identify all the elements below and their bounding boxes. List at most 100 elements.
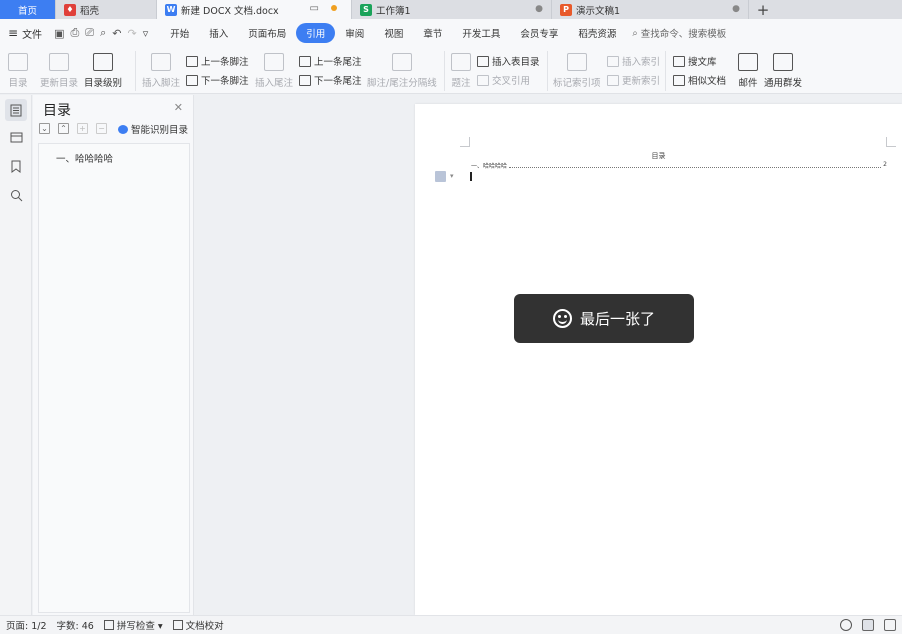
menu-insert[interactable]: 插入 xyxy=(199,24,238,42)
toc-entry[interactable]: 一、哈哈哈哈 xyxy=(56,151,113,165)
similar-doc-button[interactable]: 相似文档 xyxy=(673,73,726,87)
update-index-button[interactable]: 更新索引 xyxy=(607,73,660,87)
similar-doc-label: 相似文档 xyxy=(688,76,727,87)
menu-page-layout[interactable]: 页面布局 xyxy=(238,24,296,42)
close-dot-icon[interactable]: ● xyxy=(535,4,543,14)
update-index-label: 更新索引 xyxy=(622,76,661,87)
similar-doc-icon xyxy=(673,74,685,86)
eye-protection-icon[interactable] xyxy=(840,619,852,631)
update-toc-icon xyxy=(49,53,69,71)
customize-icon[interactable]: ▿ xyxy=(143,27,149,40)
toc-button[interactable]: 目录 xyxy=(8,53,28,89)
export-pdf-icon[interactable]: ⎙ xyxy=(70,26,79,40)
outline-view-icon[interactable] xyxy=(884,619,896,631)
prev-endnote-button[interactable]: 上一条尾注 xyxy=(299,54,362,68)
tab-docer[interactable]: ♦ 稻壳 xyxy=(56,0,157,19)
add-icon[interactable]: + xyxy=(77,123,88,134)
next-footnote-button[interactable]: 下一条脚注 xyxy=(186,73,249,87)
proofread-label: 文档校对 xyxy=(185,621,224,632)
menu-view[interactable]: 视图 xyxy=(374,24,413,42)
search-icon[interactable] xyxy=(8,187,24,203)
tab-bar: 首页 ♦ 稻壳 W 新建 DOCX 文档.docx ▭ S 工作簿1 ● P 演… xyxy=(0,0,902,19)
mail-button[interactable]: 邮件 xyxy=(738,53,758,89)
search-icon: ⌕ xyxy=(632,27,638,39)
undo-icon[interactable]: ↶ xyxy=(112,27,121,40)
menu-member[interactable]: 会员专享 xyxy=(510,24,568,42)
doc-toc-heading: 目录 xyxy=(651,152,666,160)
next-endnote-label: 下一条尾注 xyxy=(314,76,362,87)
insert-table-toc-button[interactable]: 插入表目录 xyxy=(477,54,540,68)
document-page[interactable]: 目录 一、哈哈哈哈 2 ▾ xyxy=(415,104,902,615)
text-cursor xyxy=(470,172,472,181)
new-tab-button[interactable]: + xyxy=(749,0,777,19)
ribbon-references: 目录 更新目录 目录级别 插入脚注 上一条脚注 下一条脚注 插入尾注 上一条尾注… xyxy=(0,47,902,94)
toc-label: 目录 xyxy=(8,78,28,89)
caption-button[interactable]: 题注 xyxy=(451,53,471,89)
menu-start[interactable]: 开始 xyxy=(160,24,199,42)
menu-section[interactable]: 章节 xyxy=(413,24,452,42)
insert-footnote-button[interactable]: 插入脚注 xyxy=(142,53,180,89)
caption-icon xyxy=(451,53,471,71)
tab-docer-label: 稻壳 xyxy=(80,5,100,17)
comment-icon[interactable]: ▭ xyxy=(310,3,319,14)
separator-button[interactable]: 脚注/尾注分隔线 xyxy=(367,53,437,89)
menu-bar: ≡ 文件 ▣ ⎙ ⎚ ⌕ ↶ ↷ ▿ 开始 插入 页面布局 引用 审阅 视图 章… xyxy=(0,19,902,47)
mail-icon xyxy=(738,53,758,71)
toc-panel-icon[interactable] xyxy=(5,99,27,121)
page-count: 页面: 1/2 xyxy=(6,621,47,632)
search-library-button[interactable]: 搜文库 xyxy=(673,54,717,68)
tab-spreadsheet[interactable]: S 工作簿1 ● xyxy=(352,0,552,19)
word-count[interactable]: 字数: 46 xyxy=(57,618,94,632)
word-doc-icon: W xyxy=(165,3,177,16)
doc-toc-entry[interactable]: 一、哈哈哈哈 2 xyxy=(471,161,887,170)
toc-level-icon xyxy=(93,53,113,71)
chevron-down-icon[interactable]: ▾ xyxy=(450,172,454,180)
close-icon[interactable]: ✕ xyxy=(174,101,183,114)
close-dot-icon[interactable]: ● xyxy=(732,4,740,14)
save-icon[interactable]: ▣ xyxy=(54,27,64,40)
file-menu[interactable]: ≡ 文件 xyxy=(8,26,42,41)
ribbon-divider xyxy=(547,51,548,91)
next-endnote-button[interactable]: 下一条尾注 xyxy=(299,73,362,87)
menu-review[interactable]: 审阅 xyxy=(335,24,374,42)
tab-home[interactable]: 首页 xyxy=(0,0,56,19)
navigation-icon[interactable] xyxy=(8,129,24,145)
footnote-icon xyxy=(151,53,171,71)
ribbon-divider xyxy=(665,51,666,91)
command-search[interactable]: ⌕ 查找命令、搜索模板 xyxy=(632,26,727,41)
toc-list: 一、哈哈哈哈 xyxy=(38,143,190,613)
print-icon[interactable]: ⎚ xyxy=(85,26,94,40)
insert-endnote-button[interactable]: 插入尾注 xyxy=(255,53,293,89)
quick-access: ▣ ⎙ ⎚ ⌕ ↶ ↷ ▿ xyxy=(54,26,148,40)
menu-references[interactable]: 引用 xyxy=(296,23,336,43)
prev-endnote-icon xyxy=(299,55,311,67)
menu-dev-tools[interactable]: 开发工具 xyxy=(452,24,510,42)
separator-icon xyxy=(391,53,412,71)
mass-send-button[interactable]: 通用群发 xyxy=(764,53,802,89)
redo-icon[interactable]: ↷ xyxy=(127,27,136,40)
tab-presentation[interactable]: P 演示文稿1 ● xyxy=(552,0,749,19)
remove-icon[interactable]: − xyxy=(96,123,107,134)
collapse-icon[interactable]: ⌃ xyxy=(58,123,69,134)
endnote-icon xyxy=(264,53,284,71)
menu-docer-resources[interactable]: 稻壳资源 xyxy=(568,24,626,42)
smart-toc-label: 智能识别目录 xyxy=(131,125,189,136)
paragraph-handle-icon[interactable] xyxy=(435,171,446,182)
insert-index-button[interactable]: 插入索引 xyxy=(607,54,660,68)
cross-ref-button[interactable]: 交叉引用 xyxy=(477,73,530,87)
bookmark-icon[interactable] xyxy=(8,158,24,174)
proofread-button[interactable]: 文档校对 xyxy=(172,618,224,632)
print-preview-icon[interactable]: ⌕ xyxy=(100,26,106,40)
spell-check-button[interactable]: 拼写检查 ▾ xyxy=(103,618,163,632)
expand-icon[interactable]: ⌄ xyxy=(39,123,50,134)
page-view-icon[interactable] xyxy=(862,619,874,631)
update-toc-button[interactable]: 更新目录 xyxy=(40,53,78,89)
mark-index-icon xyxy=(566,53,587,71)
wps-writer-window: 首页 ♦ 稻壳 W 新建 DOCX 文档.docx ▭ S 工作簿1 ● P 演… xyxy=(0,0,902,634)
tab-document[interactable]: W 新建 DOCX 文档.docx ▭ xyxy=(157,0,352,19)
mark-index-button[interactable]: 标记索引项 xyxy=(553,53,601,89)
smart-toc-button[interactable]: 智能识别目录 xyxy=(118,122,188,136)
command-search-placeholder: 查找命令、搜索模板 xyxy=(640,29,727,40)
toc-level-button[interactable]: 目录级别 xyxy=(84,53,122,89)
prev-footnote-button[interactable]: 上一条脚注 xyxy=(186,54,249,68)
